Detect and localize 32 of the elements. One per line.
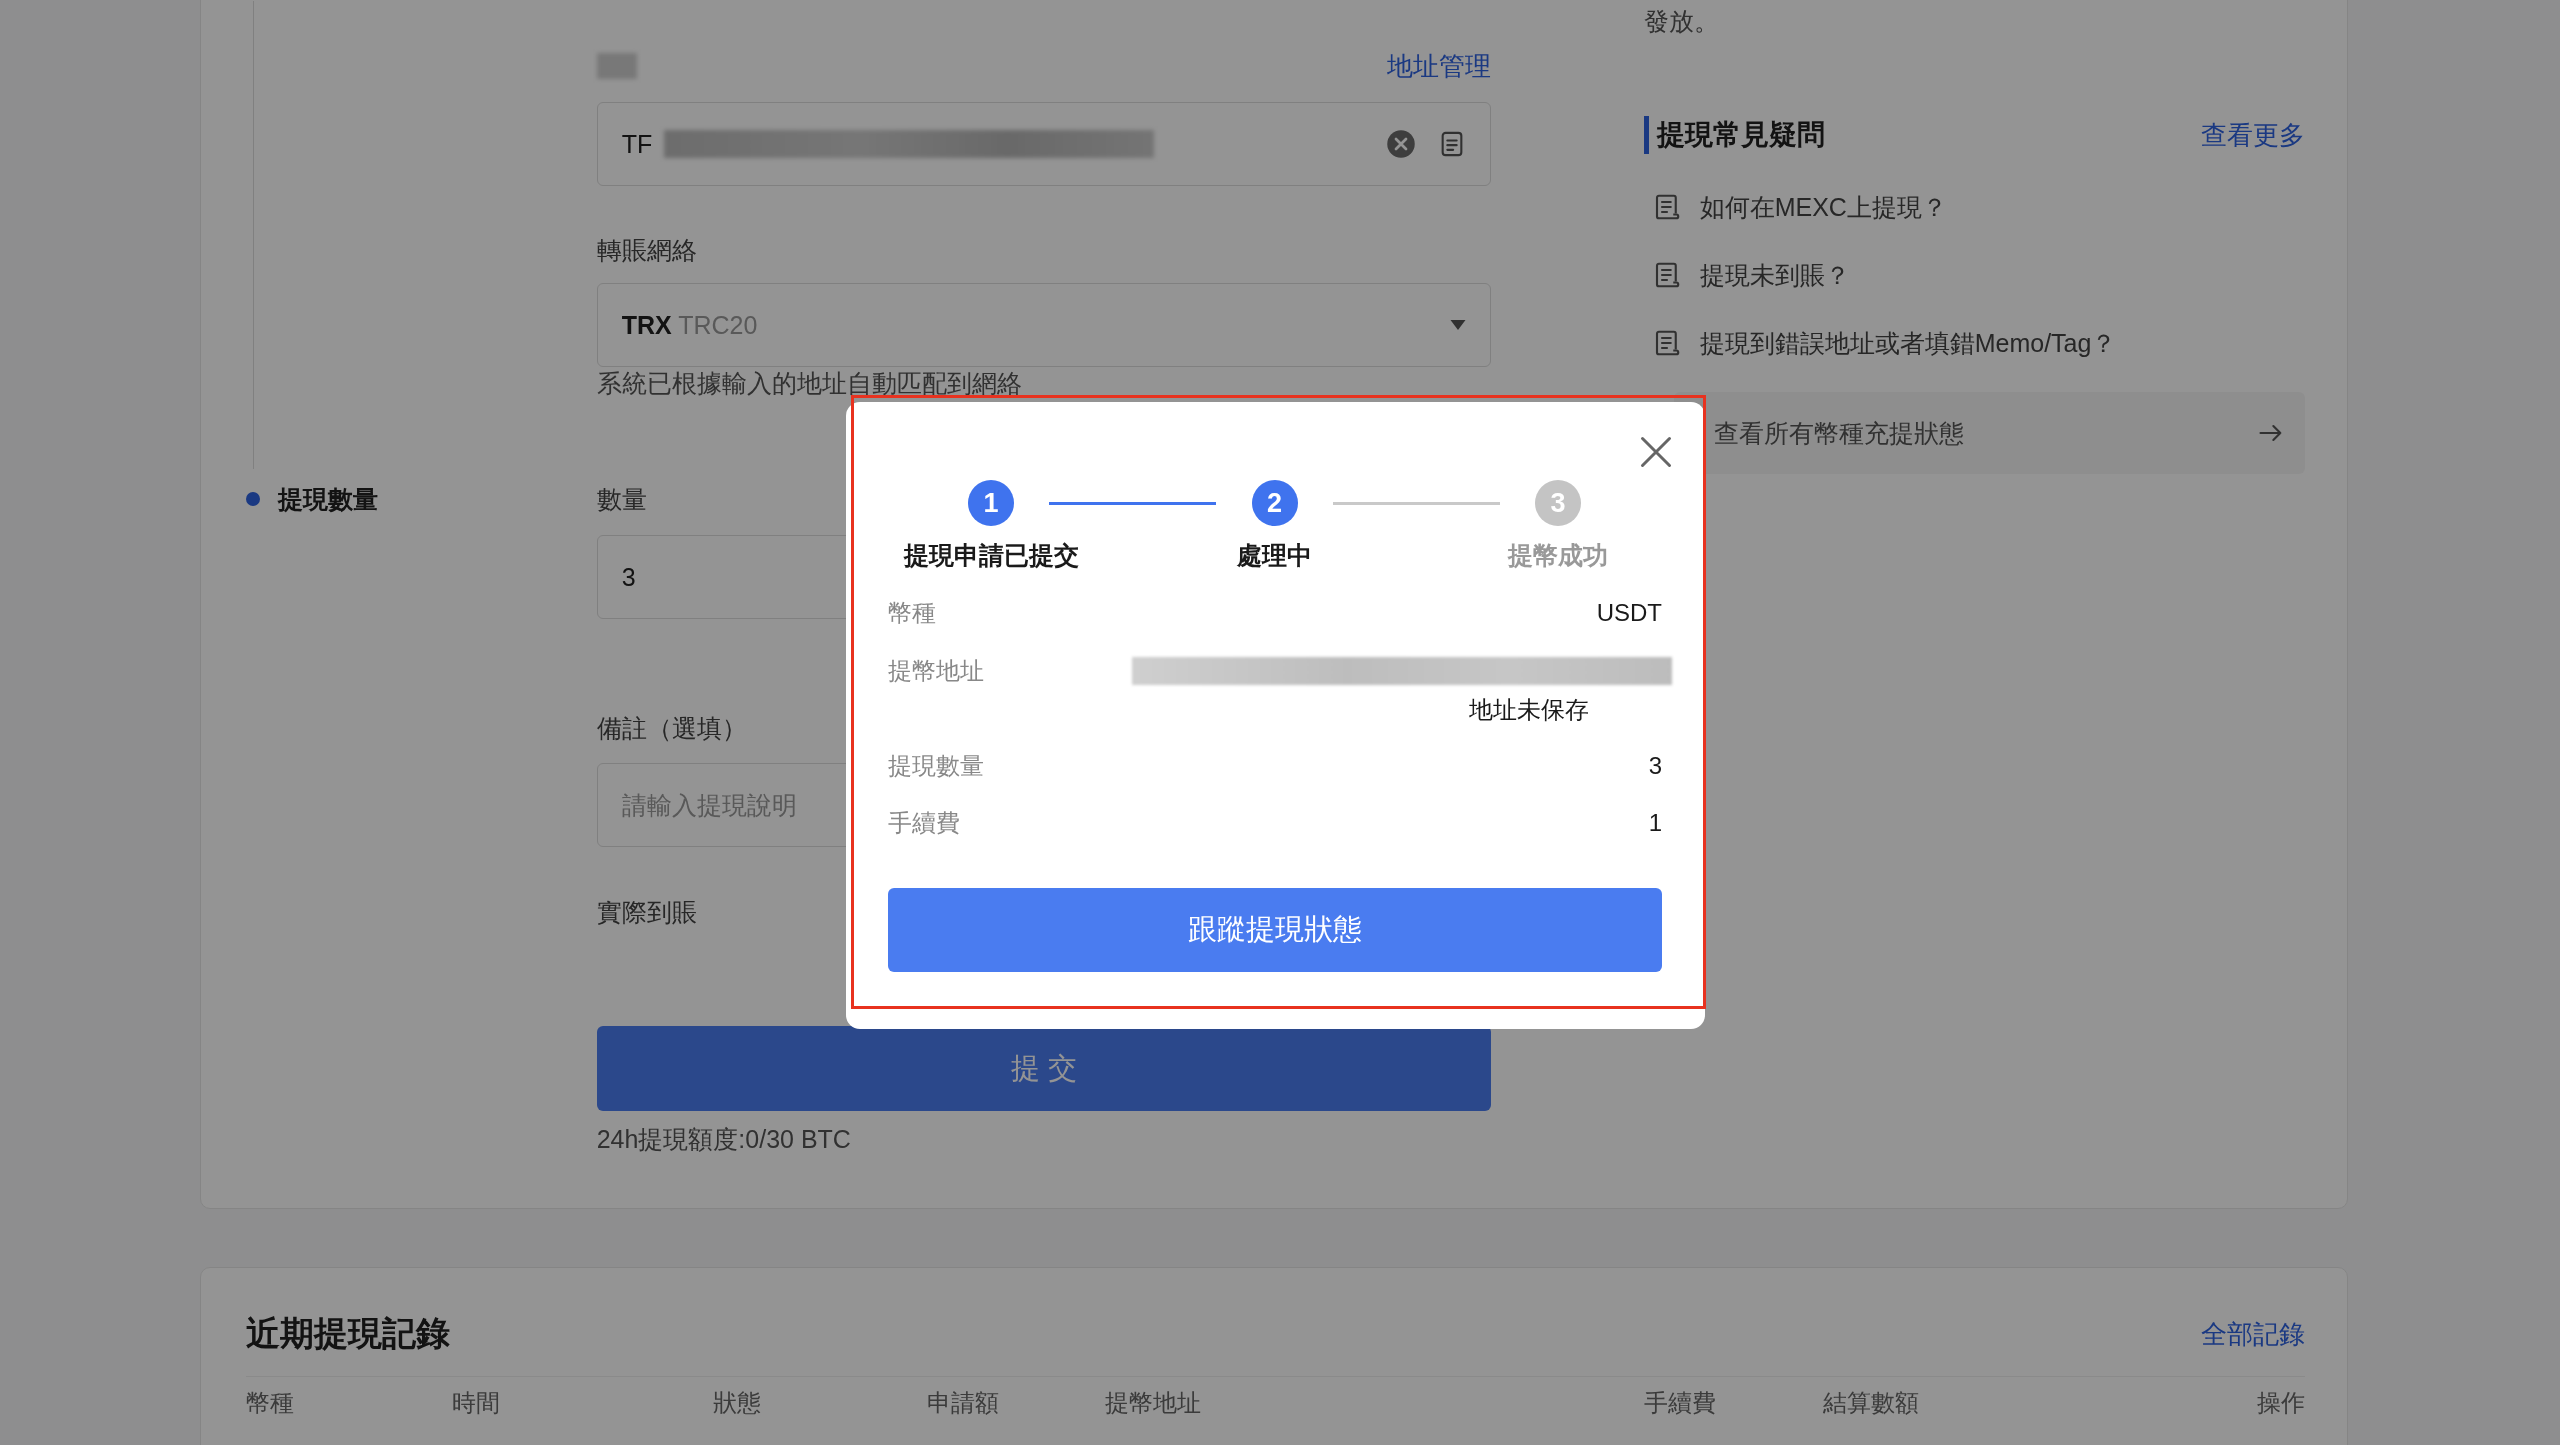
field-label: 實際到賬: [596, 897, 697, 928]
column-header: 幣種: [246, 1389, 295, 1417]
column-header: 操作: [2257, 1389, 2305, 1417]
address-note: 地址未保存: [1469, 695, 1589, 725]
step-label: 提幣成功: [1508, 540, 1608, 571]
notice-text: 發放。: [1643, 6, 1720, 37]
field-label: 數量: [596, 484, 647, 515]
column-header: 狀態: [713, 1389, 762, 1417]
column-header: 申請額: [927, 1389, 1000, 1417]
step-label: 處理中: [1237, 540, 1312, 571]
column-header: 提幣地址: [1105, 1389, 1202, 1417]
detail-label: 手續費: [888, 808, 960, 838]
column-header: 結算數額: [1823, 1389, 1920, 1417]
column-header: 手續費: [1644, 1389, 1717, 1417]
detail-value: USDT: [1596, 599, 1662, 627]
step-number: 1: [968, 480, 1014, 526]
field-label: 備註（選填）: [596, 713, 747, 744]
step-label: 提現申請已提交: [903, 540, 1079, 571]
network-hint: 系統已根據輸入的地址自動匹配到網絡: [596, 368, 1022, 398]
detail-label: 幣種: [888, 598, 936, 628]
faq-title: 提現常見疑問: [1656, 118, 1825, 152]
detail-label: 提現數量: [888, 751, 984, 781]
detail-value: 3: [1648, 752, 1662, 780]
detail-value: 1: [1648, 809, 1662, 837]
limit-text: 24h提現額度:0/30 BTC: [596, 1124, 852, 1155]
section-title: 近期提現記錄: [246, 1313, 450, 1354]
step-label: 提現數量: [278, 483, 378, 515]
step-number: 2: [1251, 480, 1298, 526]
field-label: 轉賬網絡: [596, 235, 697, 266]
column-header: 時間: [452, 1389, 501, 1417]
detail-label: 提幣地址: [888, 656, 984, 686]
step-number: 3: [1535, 480, 1581, 526]
